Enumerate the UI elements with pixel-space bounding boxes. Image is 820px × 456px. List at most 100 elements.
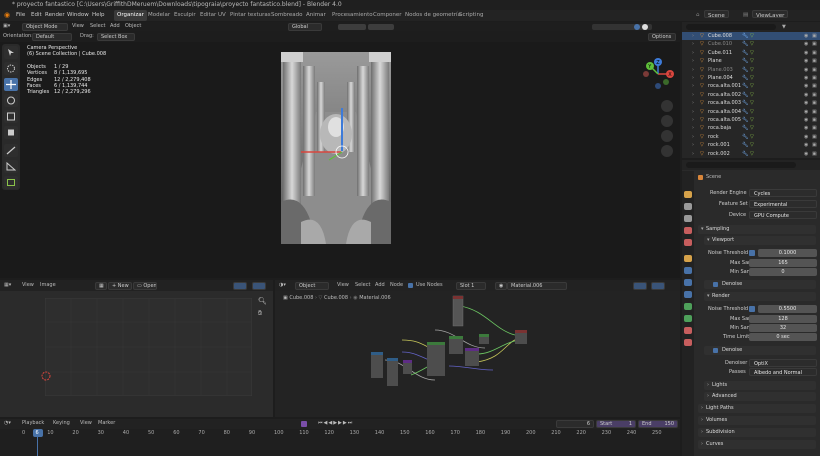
overlay-icon[interactable] <box>252 282 266 290</box>
visibility-eye-icon[interactable]: ◉ <box>804 57 808 65</box>
outliner-item[interactable]: › ▽ roca.alta.002 🔧︎ ▽ ◉ ▣ <box>682 91 820 99</box>
menu-render[interactable]: Render <box>45 10 65 21</box>
lights-panel[interactable]: Lights <box>704 381 816 390</box>
playback-controls[interactable]: ⏮◀◀▶▶▶⏭ <box>318 419 353 428</box>
add-cube-tool-icon[interactable] <box>4 176 18 189</box>
tab-constraints-icon[interactable] <box>684 303 692 310</box>
pan-hand-icon[interactable] <box>661 115 673 127</box>
render-max-samples-field[interactable]: 128 <box>749 315 817 323</box>
new-image-button[interactable]: + New <box>108 282 132 290</box>
tab-material-icon[interactable] <box>684 327 692 334</box>
camera-view-icon[interactable] <box>661 130 673 142</box>
node-graph[interactable] <box>365 290 545 400</box>
viewport-max-samples-field[interactable]: 165 <box>749 259 817 267</box>
node-tree-type-dropdown[interactable]: Object <box>295 282 329 290</box>
image-menu-image[interactable]: Image <box>40 281 56 290</box>
menu-playback[interactable]: Playback <box>22 419 44 428</box>
tab-data-icon[interactable] <box>684 315 692 322</box>
material-shading-icon[interactable] <box>642 24 648 30</box>
render-min-samples-field[interactable]: 32 <box>749 324 817 332</box>
view-layer-selector[interactable]: ViewLayer <box>752 10 789 18</box>
device-dropdown[interactable]: GPU Compute <box>749 211 817 219</box>
menu-keying[interactable]: Keying <box>53 419 70 428</box>
tab-editar-uv[interactable]: Editar UV <box>200 10 226 21</box>
tab-componer[interactable]: Componer <box>373 10 402 21</box>
node-menu-add[interactable]: Add <box>375 281 385 290</box>
editor-type-icon[interactable]: ▦▾ <box>4 281 11 290</box>
viewport-denoise-panel[interactable]: Denoise <box>704 280 816 289</box>
tab-modelar[interactable]: Modelar <box>148 10 170 21</box>
render-camera-icon[interactable]: ▣ <box>812 124 817 132</box>
render-camera-icon[interactable]: ▣ <box>812 91 817 99</box>
visibility-eye-icon[interactable]: ◉ <box>804 66 808 74</box>
expand-icon[interactable]: › <box>692 57 694 65</box>
tab-scene-icon[interactable] <box>684 227 692 234</box>
menu-marker[interactable]: Marker <box>98 419 115 428</box>
options-dropdown[interactable]: Options <box>648 33 676 41</box>
pan-hand-icon[interactable]: ✋︎ <box>258 309 262 318</box>
zoom-icon[interactable]: 🔍︎ <box>258 297 267 305</box>
zoom-icon[interactable] <box>661 100 673 112</box>
outliner-item[interactable]: › ▽ rock.001 🔧︎ ▽ ◉ ▣ <box>682 141 820 149</box>
render-noise-threshold-field[interactable]: 0.5500 <box>758 305 817 313</box>
expand-icon[interactable]: › <box>692 91 694 99</box>
tab-view-layer-icon[interactable] <box>684 215 692 222</box>
measure-tool-icon[interactable] <box>4 160 18 173</box>
visibility-eye-icon[interactable]: ◉ <box>804 32 808 40</box>
orientation-dropdown[interactable]: Default <box>32 33 72 41</box>
tab-animar[interactable]: Animar <box>306 10 326 21</box>
breadcrumb-item[interactable]: Cube.008 <box>324 295 348 301</box>
expand-icon[interactable]: › <box>692 150 694 158</box>
outliner-item[interactable]: › ▽ Plane.004 🔧︎ ▽ ◉ ▣ <box>682 74 820 82</box>
render-camera-icon[interactable]: ▣ <box>812 141 817 149</box>
visibility-eye-icon[interactable]: ◉ <box>804 91 808 99</box>
outliner-item[interactable]: › ▽ Cube.011 🔧︎ ▽ ◉ ▣ <box>682 49 820 57</box>
outliner-item[interactable]: › ▽ Plane 🔧︎ ▽ ◉ ▣ <box>682 57 820 65</box>
outliner-item[interactable]: › ▽ roca.baja 🔧︎ ▽ ◉ ▣ <box>682 124 820 132</box>
render-denoise-panel[interactable]: Denoise <box>704 346 816 355</box>
viewport-noise-threshold-field[interactable]: 0.1000 <box>758 249 817 257</box>
visibility-eye-icon[interactable]: ◉ <box>804 108 808 116</box>
tab-render-icon[interactable] <box>684 191 692 198</box>
expand-icon[interactable]: › <box>692 66 694 74</box>
expand-icon[interactable]: › <box>692 49 694 57</box>
feature-set-dropdown[interactable]: Experimental <box>749 200 817 208</box>
visibility-eye-icon[interactable]: ◉ <box>804 116 808 124</box>
render-denoise-checkbox[interactable] <box>713 348 718 353</box>
snap-controls[interactable] <box>338 24 366 30</box>
annotate-tool-icon[interactable] <box>4 144 18 157</box>
viewport-subpanel-header[interactable]: Viewport <box>704 236 816 245</box>
transform-orientation[interactable]: Global <box>288 23 322 31</box>
time-limit-field[interactable]: 0 sec <box>749 333 817 341</box>
tweak-tool-icon[interactable] <box>4 46 18 59</box>
expand-icon[interactable]: › <box>692 32 694 40</box>
scene-selector[interactable]: Scene <box>704 10 729 18</box>
tab-esculpir[interactable]: Esculpir <box>174 10 196 21</box>
pivot-icon[interactable] <box>233 282 247 290</box>
tab-scripting[interactable]: Scripting <box>459 10 483 21</box>
tab-sombreado[interactable]: Sombreado <box>271 10 302 21</box>
expand-icon[interactable]: › <box>692 40 694 48</box>
viewport-menu-add[interactable]: Add <box>110 22 120 31</box>
render-camera-icon[interactable]: ▣ <box>812 32 817 40</box>
overlay-icon[interactable] <box>633 282 647 290</box>
viewport-min-samples-field[interactable]: 0 <box>749 268 817 276</box>
breadcrumb-item[interactable]: Cube.008 <box>289 295 313 301</box>
timeline-editor-icon[interactable]: ◔▾ <box>4 419 11 428</box>
outliner-item[interactable]: › ▽ roca.alta.001 🔧︎ ▽ ◉ ▣ <box>682 82 820 90</box>
render-camera-icon[interactable]: ▣ <box>812 150 817 158</box>
denoiser-dropdown[interactable]: OptiX <box>749 359 817 367</box>
current-frame-field[interactable]: 6 <box>556 420 594 428</box>
visibility-eye-icon[interactable]: ◉ <box>804 124 808 132</box>
filter-icon[interactable]: ▼ <box>782 24 789 30</box>
menu-view[interactable]: View <box>80 419 92 428</box>
tab-output-icon[interactable] <box>684 203 692 210</box>
curves-panel[interactable]: Curves <box>698 440 816 449</box>
perspective-toggle-icon[interactable] <box>661 145 673 157</box>
tab-procesamiento[interactable]: Procesamiento <box>332 10 373 21</box>
record-icon[interactable] <box>301 421 307 427</box>
blender-logo-icon[interactable]: ◉ <box>4 10 10 21</box>
volumes-panel[interactable]: Volumes <box>698 416 816 425</box>
visibility-eye-icon[interactable]: ◉ <box>804 40 808 48</box>
material-browse-icon[interactable]: ◉ <box>495 282 507 290</box>
